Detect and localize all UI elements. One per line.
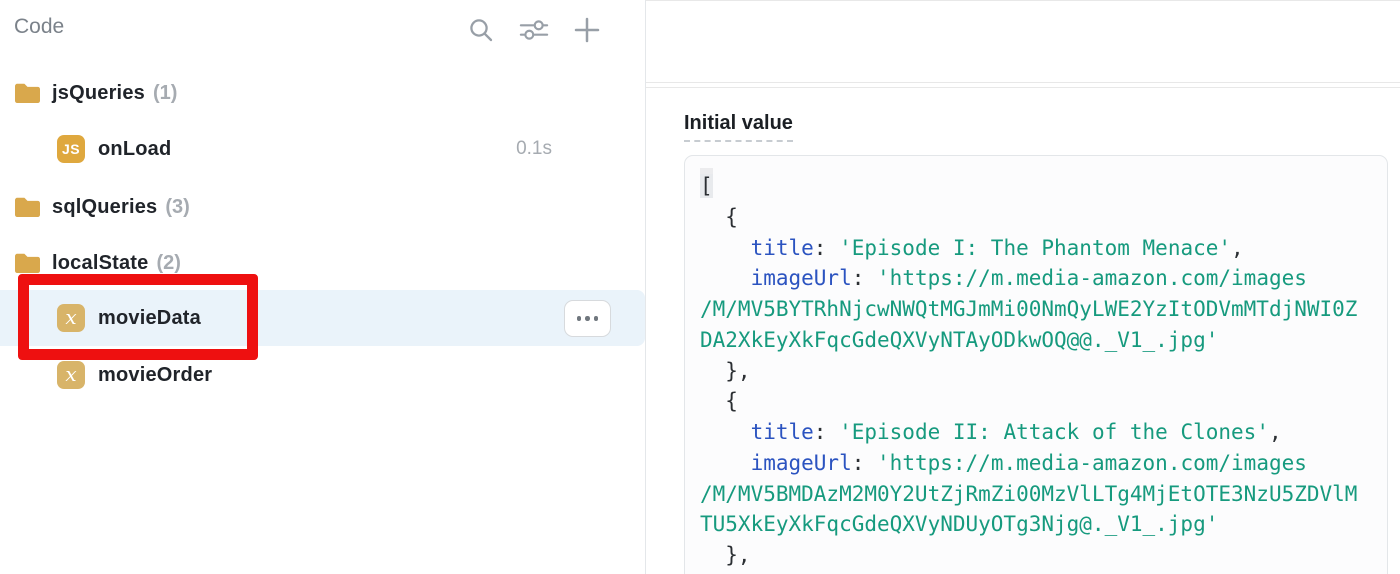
inspector-top-section (646, 0, 1400, 83)
filter-sliders-icon[interactable] (519, 15, 549, 45)
sidebar-item-localstate-folder[interactable]: localState (2) (0, 243, 645, 283)
folder-label: jsQueries (52, 82, 145, 105)
code-line: /M/MV5BYTRhNjcwNWQtMGJmMi00NmQyLWE2YzItO… (700, 294, 1372, 325)
state-variable-icon: x (57, 361, 85, 389)
app-window: Code (0, 0, 1400, 574)
folder-icon (14, 196, 40, 218)
folder-label: localState (52, 252, 148, 275)
state-variable-icon: x (57, 304, 85, 332)
sidebar-item-onload[interactable]: JS onLoad 0.1s (0, 129, 645, 169)
search-icon[interactable] (466, 15, 496, 45)
more-options-button[interactable] (564, 300, 611, 337)
code-lines: [ { title: 'Episode I: The Phantom Menac… (700, 171, 1372, 571)
folder-icon (14, 252, 40, 274)
code-line: { (700, 386, 1372, 417)
state-label: movieOrder (98, 364, 212, 387)
query-label: onLoad (98, 138, 171, 161)
sidebar-item-sqlqueries-folder[interactable]: sqlQueries (3) (0, 187, 645, 227)
code-sidebar: Code (0, 0, 645, 574)
folder-icon (14, 82, 40, 104)
folder-label: sqlQueries (52, 196, 157, 219)
code-line: imageUrl: 'https://m.media-amazon.com/im… (700, 448, 1372, 479)
plus-icon[interactable] (572, 15, 602, 45)
code-line: TU5XkEyXkFqcGdeQXVyNDUyOTg3Njg@._V1_.jpg… (700, 509, 1372, 540)
code-line: }, (700, 540, 1372, 571)
code-line: [ (700, 171, 1372, 202)
sidebar-header: Code (0, 8, 645, 50)
folder-count: (1) (153, 82, 177, 105)
initial-value-section: Initial value [ { title: 'Episode I: The… (646, 87, 1400, 574)
folder-count: (3) (165, 196, 189, 219)
initial-value-label: Initial value (684, 112, 793, 142)
sidebar-title: Code (14, 15, 64, 39)
inspector-panel: Initial value [ { title: 'Episode I: The… (645, 0, 1400, 574)
code-line: { (700, 202, 1372, 233)
code-line: DA2XkEyXkFqcGdeQXVyNTAyODkwOQ@@._V1_.jpg… (700, 325, 1372, 356)
code-line: }, (700, 356, 1372, 387)
sidebar-item-moviedata[interactable]: x movieData (0, 290, 645, 346)
state-label: movieData (98, 307, 201, 330)
code-line: title: 'Episode I: The Phantom Menace', (700, 233, 1372, 264)
code-line: /M/MV5BMDAzM2M0Y2UtZjRmZi00MzVlLTg4MjEtO… (700, 479, 1372, 510)
sidebar-item-jsqueries-folder[interactable]: jsQueries (1) (0, 73, 645, 113)
code-editor[interactable]: [ { title: 'Episode I: The Phantom Menac… (684, 155, 1388, 574)
sidebar-item-movieorder[interactable]: x movieOrder (0, 355, 645, 395)
js-query-icon: JS (57, 135, 85, 163)
code-line: title: 'Episode II: Attack of the Clones… (700, 417, 1372, 448)
code-line: imageUrl: 'https://m.media-amazon.com/im… (700, 263, 1372, 294)
folder-count: (2) (156, 252, 180, 275)
query-duration: 0.1s (516, 138, 552, 160)
